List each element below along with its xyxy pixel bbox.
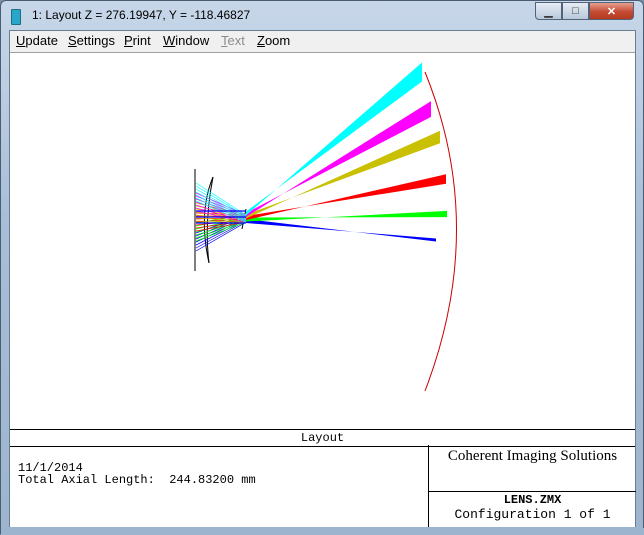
menu-bar: Update Settings Print Window Text Zoom [10,31,635,51]
image-surface [425,72,457,391]
maximize-icon: □ [572,5,579,17]
configuration-label: Configuration 1 of 1 [429,507,636,522]
close-button[interactable]: ✕ [589,2,634,20]
minimize-button[interactable]: ▁ [535,2,562,20]
menu-window[interactable]: Window [163,33,209,48]
menu-zoom[interactable]: Zoom [257,33,290,48]
layout-plot[interactable]: Layout 11/1/2014 Total Axial Length: 244… [10,52,635,527]
title-bar[interactable]: 1: Layout Z = 276.19947, Y = -118.46827 … [1,1,643,31]
title-block: Coherent Imaging Solutions LENS.ZMX Conf… [428,445,636,527]
layout-window: 1: Layout Z = 276.19947, Y = -118.46827 … [0,0,644,534]
lens-surface-1 [204,177,213,263]
ray-bundles [196,63,447,252]
company-name: Coherent Imaging Solutions [429,445,636,492]
close-icon: ✕ [607,5,616,18]
client-area: Update Settings Print Window Text Zoom L… [9,30,636,527]
menu-settings[interactable]: Settings [68,33,115,48]
field-4-bundle [246,131,440,219]
file-name: LENS.ZMX [429,493,636,507]
app-icon [11,9,21,25]
field-6-bundle [246,63,422,216]
menu-print[interactable]: Print [124,33,151,48]
menu-text: Text [221,33,245,48]
field-5-rays [196,101,431,222]
menu-update[interactable]: Update [16,33,58,48]
axial-length-label: Total Axial Length: 244.83200 mm [18,473,256,487]
field-1-bundle [246,219,436,242]
field-6-rays [196,63,422,223]
window-title: 1: Layout Z = 276.19947, Y = -118.46827 [32,8,250,22]
minimize-icon: ▁ [544,5,552,18]
maximize-button[interactable]: □ [562,2,589,20]
